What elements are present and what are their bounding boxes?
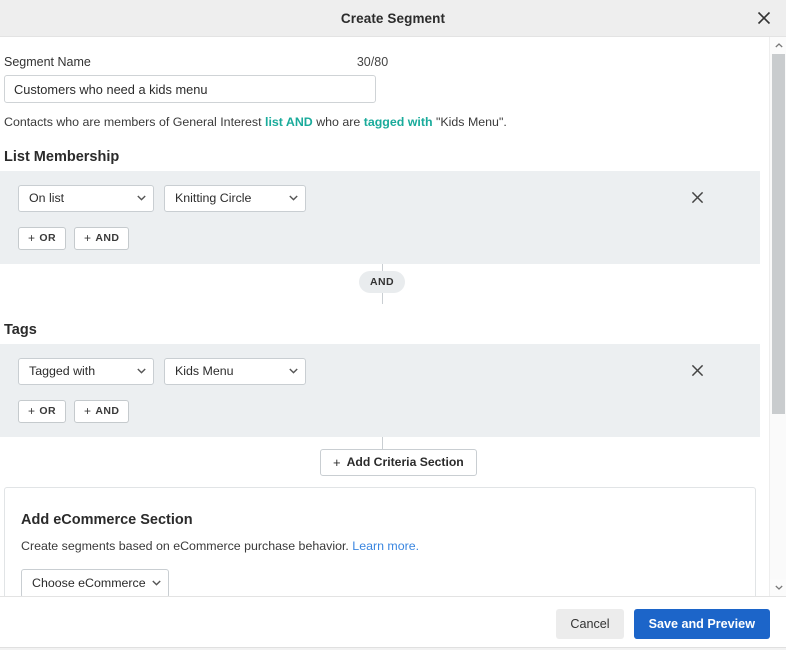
plus-icon: +: [28, 230, 36, 245]
summary-part-1: Contacts who are members of General Inte…: [4, 115, 266, 129]
ecommerce-description: Create segments based on eCommerce purch…: [21, 539, 735, 553]
criteria-row: On list Knitting Circle: [18, 184, 686, 212]
scroll-up-arrow-icon[interactable]: [770, 37, 786, 54]
list-condition-select-wrap: On list: [18, 184, 154, 212]
remove-section-button-tags[interactable]: [686, 360, 708, 382]
segment-summary-text: Contacts who are members of General Inte…: [0, 103, 760, 131]
summary-keyword-tagged-with: tagged with: [363, 115, 433, 129]
close-icon[interactable]: [752, 6, 776, 30]
character-counter: 30/80: [356, 55, 389, 69]
segment-name-input-wrap: [0, 75, 760, 103]
learn-more-link[interactable]: Learn more.: [352, 539, 419, 553]
remove-section-button-list-membership[interactable]: [686, 187, 708, 209]
segment-name-label: Segment Name: [4, 55, 91, 69]
criteria-controls: On list Knitting Circle + OR + AND: [18, 184, 686, 250]
save-and-preview-button[interactable]: Save and Preview: [633, 608, 770, 639]
add-or-label: OR: [39, 405, 56, 418]
modal-footer: Cancel Save and Preview: [0, 596, 786, 650]
add-criteria-section-button[interactable]: + Add Criteria Section: [320, 448, 477, 476]
ecommerce-description-text: Create segments based on eCommerce purch…: [21, 538, 349, 553]
ecommerce-select-wrap: Choose eCommerce: [21, 568, 169, 596]
list-condition-select[interactable]: On list: [18, 184, 154, 212]
list-target-select[interactable]: Knitting Circle: [164, 184, 306, 212]
tag-condition-select[interactable]: Tagged with: [18, 357, 154, 385]
scrollbar-thumb[interactable]: [772, 54, 785, 414]
add-or-condition-button[interactable]: + OR: [18, 226, 66, 250]
add-or-label: OR: [39, 232, 56, 245]
tag-condition-select-wrap: Tagged with: [18, 357, 154, 385]
scroll-down-arrow-icon[interactable]: [770, 579, 786, 596]
logic-buttons: + OR + AND: [18, 226, 686, 250]
page-title: Create Segment: [340, 10, 446, 26]
criteria-row: Tagged with Kids Menu: [18, 357, 686, 385]
criteria-block-list-membership: On list Knitting Circle + OR + AND: [0, 170, 760, 264]
add-and-condition-button[interactable]: + AND: [73, 226, 130, 250]
section-connector: AND: [0, 263, 760, 304]
plus-icon: +: [333, 454, 341, 470]
section-heading-list-membership: List Membership: [4, 148, 120, 165]
summary-part-3: "Kids Menu".: [432, 115, 507, 129]
connector-and-badge: AND: [359, 270, 405, 293]
add-criteria-section-wrap: + Add Criteria Section: [0, 436, 760, 481]
ecommerce-section-card: Add eCommerce Section Create segments ba…: [4, 486, 756, 596]
create-segment-modal: Create Segment Segment Name 30/80 Conta: [0, 0, 786, 650]
scrollbar-track[interactable]: [770, 54, 786, 579]
plus-icon: +: [83, 403, 92, 418]
cancel-button[interactable]: Cancel: [556, 608, 624, 639]
modal-body: Segment Name 30/80 Contacts who are memb…: [0, 36, 786, 596]
summary-keyword-list-and: list AND: [265, 115, 313, 129]
list-target-select-wrap: Knitting Circle: [164, 184, 306, 212]
section-heading-tags: Tags: [4, 321, 37, 338]
add-and-label: AND: [95, 232, 120, 245]
plus-icon: +: [83, 230, 92, 245]
segment-name-row: Segment Name 30/80: [0, 55, 760, 69]
criteria-block-tags: Tagged with Kids Menu + OR + AND: [0, 343, 760, 437]
summary-part-2: who are: [312, 115, 364, 129]
ecommerce-select[interactable]: Choose eCommerce: [21, 568, 169, 596]
ecommerce-title: Add eCommerce Section: [21, 511, 193, 528]
add-or-condition-button-tags[interactable]: + OR: [18, 399, 66, 423]
add-and-label: AND: [95, 405, 120, 418]
logic-buttons: + OR + AND: [18, 399, 686, 423]
vertical-scrollbar[interactable]: [769, 37, 786, 596]
add-and-condition-button-tags[interactable]: + AND: [73, 399, 130, 423]
modal-scroll-region: Segment Name 30/80 Contacts who are memb…: [0, 37, 786, 596]
add-criteria-section-label: Add Criteria Section: [346, 455, 464, 470]
tag-target-select-wrap: Kids Menu: [164, 357, 306, 385]
criteria-controls: Tagged with Kids Menu + OR + AND: [18, 357, 686, 423]
tag-target-select[interactable]: Kids Menu: [164, 357, 306, 385]
modal-header: Create Segment: [0, 0, 786, 36]
plus-icon: +: [28, 403, 36, 418]
segment-name-input[interactable]: [4, 75, 376, 103]
